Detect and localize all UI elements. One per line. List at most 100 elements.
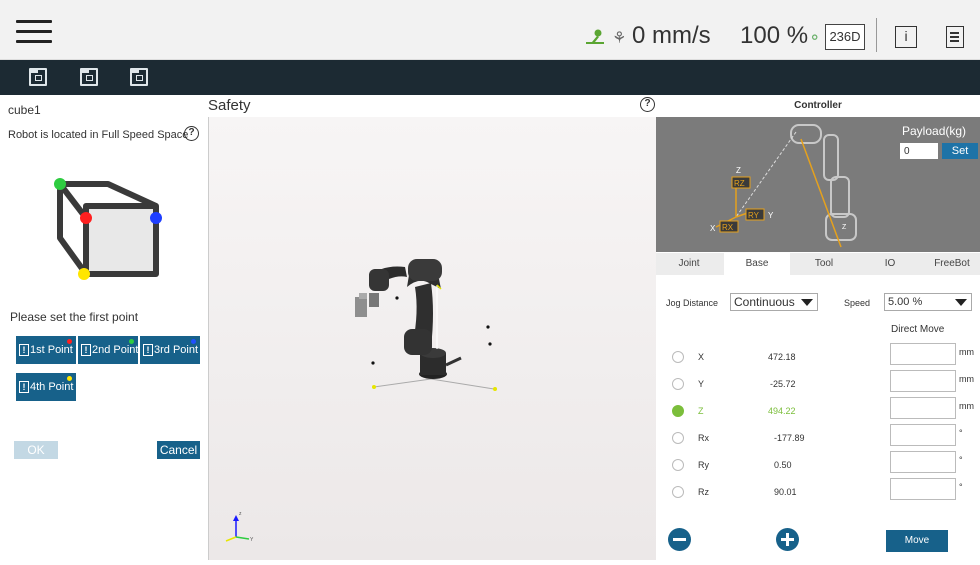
tab-bar: Joint Base Tool IO FreeBot — [656, 253, 980, 275]
axis-radio-rx[interactable] — [672, 432, 684, 444]
axis-radio-x[interactable] — [672, 351, 684, 363]
tab-io[interactable]: IO — [858, 253, 922, 275]
svg-text:z: z — [239, 511, 242, 517]
direct-move-input-ry[interactable] — [890, 451, 956, 473]
axis-value: 90.01 — [774, 487, 797, 497]
svg-text:Y: Y — [768, 211, 774, 220]
axis-unit: ° — [959, 428, 963, 438]
svg-text:RX: RX — [722, 223, 734, 232]
svg-text:Y: Y — [250, 537, 254, 543]
axis-unit: mm — [959, 347, 974, 357]
direct-move-input-rx[interactable] — [890, 424, 956, 446]
counter-badge: 236D — [825, 24, 865, 50]
help-icon[interactable]: ? — [184, 126, 199, 141]
menu-icon[interactable] — [16, 20, 52, 44]
axis-name: Z — [698, 406, 704, 416]
axis-row-ry: Ry 0.50 ° — [656, 451, 980, 477]
tab-base[interactable]: Base — [724, 253, 790, 275]
move-button[interactable]: Move — [886, 530, 948, 552]
speed-percent[interactable]: 100 % — [740, 22, 808, 50]
tab-freebot[interactable]: FreeBot — [924, 253, 980, 275]
robot-frame-image: RZ RY RX Z Y X Z Payload(kg) Set — [656, 117, 980, 252]
axis-radio-z[interactable] — [672, 405, 684, 417]
cube-point-yellow — [78, 268, 90, 280]
svg-text:RY: RY — [748, 211, 760, 220]
axis-unit: mm — [959, 401, 974, 411]
payload-label: Payload(kg) — [902, 124, 967, 138]
axis-radio-y[interactable] — [672, 378, 684, 390]
divider — [876, 18, 877, 52]
svg-text:Z: Z — [736, 166, 741, 175]
cube-point-red — [80, 212, 92, 224]
svg-text:RZ: RZ — [734, 179, 745, 188]
speed-label: Speed — [844, 298, 871, 308]
axis-value: 472.18 — [768, 352, 796, 362]
payload-input[interactable] — [900, 143, 938, 159]
second-point-button[interactable]: ! 2nd Point — [78, 336, 138, 364]
jog-distance-select[interactable]: Continuous — [730, 293, 818, 311]
axis-radio-ry[interactable] — [672, 459, 684, 471]
page-title: Safety — [208, 97, 251, 114]
robot-location-text: Robot is located in Full Speed Space — [8, 129, 189, 141]
axis-row-z: Z 494.22 mm — [656, 397, 980, 423]
axis-value: 0.50 — [774, 460, 792, 470]
link-icon: ⚬ — [808, 30, 822, 47]
tab-joint[interactable]: Joint — [656, 253, 722, 275]
speed-readout: 0 mm/s — [632, 22, 711, 49]
third-point-button[interactable]: ! 3rd Point — [140, 336, 200, 364]
direct-move-input-y[interactable] — [890, 370, 956, 392]
toolbar — [0, 60, 980, 95]
axis-row-x: X 472.18 mm — [656, 343, 980, 369]
axis-name: X — [698, 352, 705, 362]
set-payload-button[interactable]: Set — [942, 143, 978, 159]
axis-row-y: Y -25.72 mm — [656, 370, 980, 396]
direct-move-input-z[interactable] — [890, 397, 956, 419]
svg-text:X: X — [710, 224, 716, 233]
export-folder-icon[interactable] — [130, 68, 148, 86]
cube-name: cube1 — [8, 103, 41, 117]
help-icon[interactable]: ? — [640, 97, 655, 112]
chevron-down-icon — [801, 299, 813, 306]
axis-value: -25.72 — [770, 379, 796, 389]
axis-value: 494.22 — [768, 406, 796, 416]
cancel-button[interactable]: Cancel — [157, 441, 200, 459]
axis-value: -177.89 — [774, 433, 805, 443]
axis-unit: ° — [959, 482, 963, 492]
document-icon[interactable] — [946, 26, 964, 48]
robot-status-icon — [584, 29, 606, 50]
axis-name: Rz — [698, 487, 709, 497]
axis-unit: ° — [959, 455, 963, 465]
axis-name: Ry — [698, 460, 709, 470]
speed-select[interactable]: 5.00 % — [884, 293, 972, 311]
svg-text:Z: Z — [842, 224, 847, 231]
direct-move-input-x[interactable] — [890, 343, 956, 365]
cube-point-blue — [150, 212, 162, 224]
jog-minus-button[interactable] — [668, 528, 691, 551]
first-point-button[interactable]: ! 1st Point — [16, 336, 76, 364]
instruction-text: Please set the first point — [10, 310, 139, 324]
controller-title: Controller — [794, 100, 842, 111]
axis-name: Y — [698, 379, 705, 389]
direct-move-label: Direct Move — [891, 324, 945, 335]
axis-row-rx: Rx -177.89 ° — [656, 424, 980, 450]
controller-panel: Controller RZ RY RX Z Y X Z Payload(kg) … — [656, 95, 980, 560]
cube-diagram — [54, 178, 162, 280]
axis-radio-rz[interactable] — [672, 486, 684, 498]
3d-viewport[interactable]: z Y — [208, 117, 656, 560]
fourth-point-button[interactable]: ! 4th Point — [16, 373, 76, 401]
axis-name: Rx — [698, 433, 709, 443]
cube-point-green — [54, 178, 66, 190]
robot-arm-render: z Y — [225, 259, 497, 543]
tab-tool[interactable]: Tool — [792, 253, 856, 275]
chevron-down-icon — [955, 299, 967, 306]
axis-unit: mm — [959, 374, 974, 384]
ok-button[interactable]: OK — [14, 441, 58, 459]
user-folder-icon[interactable] — [80, 68, 98, 86]
speed-icon: ⚘ — [612, 30, 627, 47]
info-icon[interactable]: i — [895, 26, 917, 48]
axis-row-rz: Rz 90.01 ° — [656, 478, 980, 504]
top-bar: ⚘ 0 mm/s 100 % ⚬ 236D i — [0, 0, 980, 60]
jog-plus-button[interactable] — [776, 528, 799, 551]
direct-move-input-rz[interactable] — [890, 478, 956, 500]
add-folder-icon[interactable] — [29, 68, 47, 86]
